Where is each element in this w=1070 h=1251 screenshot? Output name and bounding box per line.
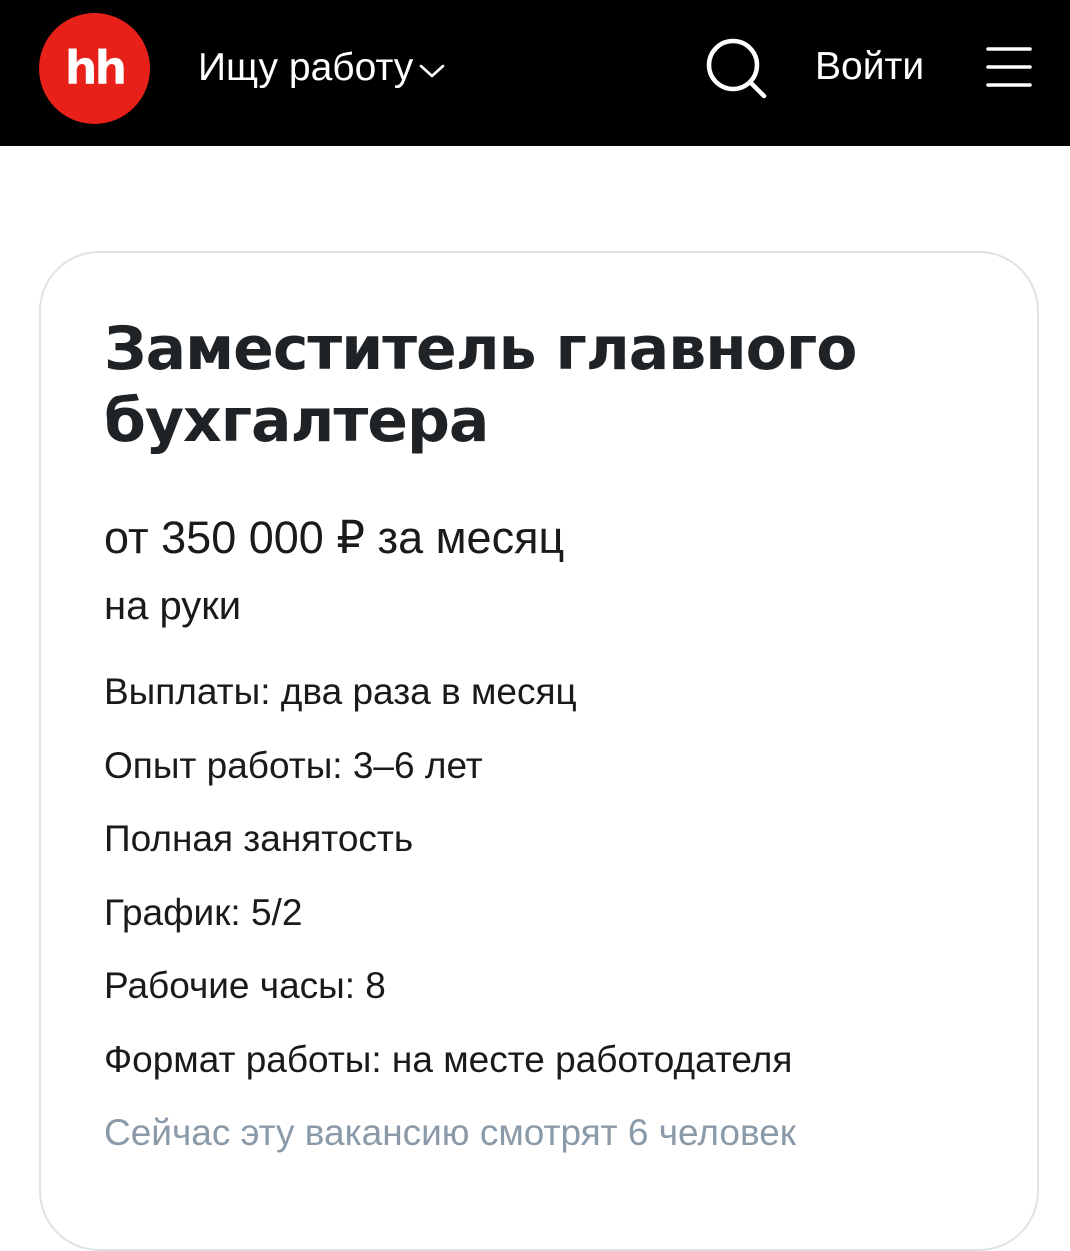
top-bar: hh Ищу работу Войти [0, 0, 1070, 146]
current-viewers: Сейчас эту вакансию смотрят 6 человек [104, 1112, 796, 1153]
working-hours: Рабочие часы: 8 [104, 965, 386, 1006]
menu-icon[interactable] [986, 45, 1032, 89]
work-schedule: График: 5/2 [104, 892, 303, 933]
payment-frequency: Выплаты: два раза в месяц [104, 671, 577, 712]
job-search-mode-label: Ищу работу [198, 46, 414, 89]
salary-note: на руки [104, 584, 242, 628]
hh-logo[interactable]: hh [39, 13, 150, 124]
job-search-mode-dropdown[interactable]: Ищу работу [198, 38, 445, 98]
vacancy-title: Заместитель главного бухгалтера [104, 314, 857, 456]
chevron-down-icon [419, 64, 445, 78]
login-button[interactable]: Войти [815, 40, 924, 94]
employment-type: Полная занятость [104, 818, 414, 859]
work-format: Формат работы: на месте работодателя [104, 1039, 793, 1080]
work-experience: Опыт работы: 3–6 лет [104, 745, 483, 786]
vacancy-salary: от 350 000 ₽ за месяц [104, 512, 565, 563]
search-icon[interactable] [704, 36, 768, 100]
